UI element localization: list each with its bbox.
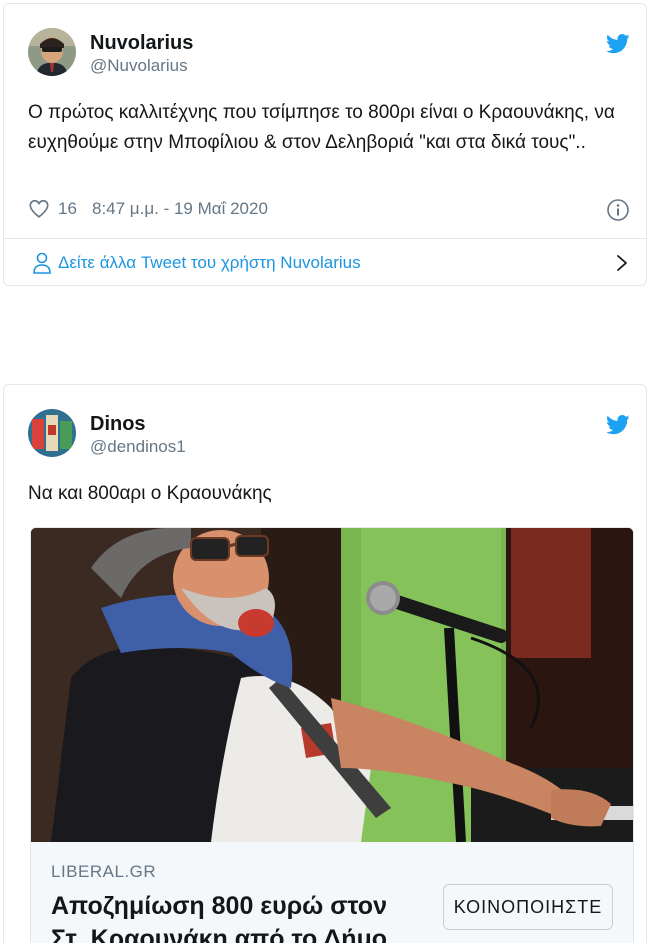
twitter-bird-icon[interactable] [606, 34, 630, 54]
tweet-header: Nuvolarius @Nuvolarius [28, 28, 630, 80]
tweet-card[interactable]: Nuvolarius @Nuvolarius Ο πρώτος καλλιτέχ… [3, 3, 647, 286]
link-card-info[interactable]: LIBERAL.GR Αποζημίωση 800 ευρώ στον Στ. … [31, 842, 633, 943]
link-card[interactable]: LIBERAL.GR Αποζημίωση 800 ευρώ στον Στ. … [30, 527, 634, 943]
divider [4, 238, 646, 239]
link-domain: LIBERAL.GR [51, 862, 157, 881]
more-tweets-link[interactable]: Δείτε άλλα Tweet του χρήστη Nuvolarius [28, 250, 630, 276]
tweet-card[interactable]: Dinos @dendinos1 Να και 800αρι ο Κραουνά… [3, 384, 647, 943]
display-name[interactable]: Dinos [90, 412, 186, 436]
heart-icon[interactable] [28, 198, 50, 220]
timestamp-link[interactable]: 8:47 μ.μ. - 19 Μαΐ 2020 [92, 199, 268, 219]
avatar[interactable] [28, 409, 76, 457]
handle[interactable]: @Nuvolarius [90, 55, 193, 77]
more-tweets-label[interactable]: Δείτε άλλα Tweet του χρήστη Nuvolarius [58, 253, 361, 273]
article-title[interactable]: Αποζημίωση 800 ευρώ στον Στ. Κραουνάκη α… [51, 890, 421, 943]
person-icon [33, 252, 51, 274]
share-button[interactable]: ΚΟΙΝΟΠΟΙΗΣΤΕ [443, 884, 613, 930]
handle[interactable]: @dendinos1 [90, 436, 186, 458]
like-count[interactable]: 16 [58, 199, 77, 219]
info-icon[interactable] [606, 198, 630, 222]
link-card-image[interactable] [31, 528, 633, 842]
avatar[interactable] [28, 28, 76, 76]
tweet-meta: 16 8:47 μ.μ. - 19 Μαΐ 2020 [28, 198, 630, 222]
tweet-header: Dinos @dendinos1 [28, 409, 630, 461]
tweet-text: Να και 800αρι ο Κραουνάκης [28, 483, 272, 504]
tweet-text: Ο πρώτος καλλιτέχνης που τσίμπησε το 800… [28, 102, 615, 153]
display-name[interactable]: Nuvolarius [90, 31, 193, 55]
twitter-bird-icon[interactable] [606, 415, 630, 435]
chevron-right-icon[interactable] [614, 253, 630, 273]
